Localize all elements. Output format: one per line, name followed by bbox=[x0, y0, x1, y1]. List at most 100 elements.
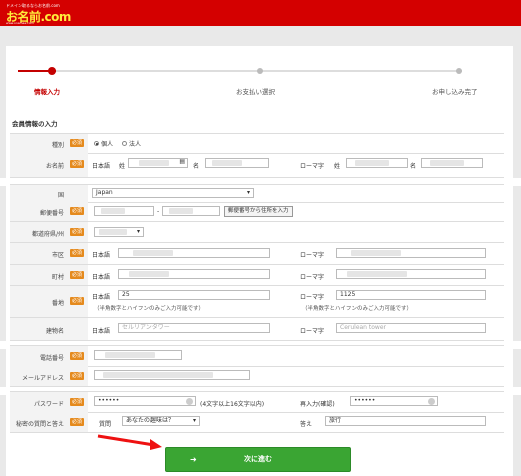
password-label: パスワード bbox=[33, 401, 64, 408]
required-badge: 必須 bbox=[70, 352, 84, 360]
prefecture-label: 都道府県/州 bbox=[31, 231, 64, 238]
chevron-down-icon: ▾ bbox=[246, 189, 250, 196]
postal-code-first-input[interactable] bbox=[94, 206, 154, 216]
password-hint: (4文字以上16文字以内) bbox=[200, 401, 265, 408]
row-email: メールアドレス 必須 bbox=[10, 366, 504, 387]
building-roman-label: ローマ字 bbox=[300, 328, 325, 335]
password-confirm-value: •••••• bbox=[354, 397, 376, 404]
keyboard-icon[interactable]: ▤ bbox=[179, 159, 185, 166]
required-badge: 必須 bbox=[70, 139, 84, 147]
postal-code-second-input[interactable] bbox=[162, 206, 220, 216]
step-label-payment: お支払い選択 bbox=[236, 88, 275, 96]
address-jp-note: （半角数字とハイフンのみご入力可能です） bbox=[94, 306, 205, 312]
row-phone: 電話番号 必須 bbox=[10, 345, 504, 367]
eye-icon[interactable] bbox=[186, 398, 193, 405]
row-prefecture: 都道府県/州 必須 ▾ bbox=[10, 222, 504, 243]
site-header: ドメイン取るならお名前.com お名前.com www.onamae.com bbox=[0, 0, 521, 26]
town-roman-label: ローマ字 bbox=[300, 274, 325, 281]
row-postal: 郵便番号 必須 - 郵便番号から住所を入力 bbox=[10, 202, 504, 222]
row-name: お名前 必須 日本語 姓 ▤ 名 ローマ字 姓 名 bbox=[10, 153, 504, 178]
row-country: 国 Japan ▾ bbox=[10, 184, 504, 203]
radio-corporate[interactable] bbox=[122, 141, 127, 146]
building-jp-input[interactable]: セルリアンタワー bbox=[118, 323, 270, 333]
address-jp-input[interactable]: 25 bbox=[118, 290, 270, 300]
radio-individual-label: 個人 bbox=[101, 141, 114, 148]
logo-url: www.onamae.com bbox=[6, 21, 34, 25]
postal-label: 郵便番号 bbox=[39, 210, 64, 217]
password-confirm-input[interactable]: •••••• bbox=[350, 396, 438, 406]
email-input[interactable] bbox=[94, 370, 250, 380]
required-badge: 必須 bbox=[70, 297, 84, 305]
required-badge: 必須 bbox=[70, 207, 84, 215]
required-badge: 必須 bbox=[70, 398, 84, 406]
name-roman-label: ローマ字 bbox=[300, 163, 325, 170]
next-button[interactable]: ➜ 次に進む bbox=[165, 447, 351, 472]
building-jp-label: 日本語 bbox=[92, 328, 111, 335]
row-secret: 秘密の質問と答え 必須 質問 あなたの趣味は？ ▾ 答え 旅行 bbox=[10, 412, 504, 433]
required-badge: 必須 bbox=[70, 372, 84, 380]
arrow-right-icon: ➜ bbox=[190, 455, 197, 464]
last-name-input[interactable]: ▤ bbox=[128, 158, 188, 168]
roman-first-name-input[interactable] bbox=[421, 158, 483, 168]
onamae-logo[interactable]: ドメイン取るならお名前.com お名前.com www.onamae.com bbox=[6, 3, 71, 25]
row-town: 町村 必須 日本語 ローマ字 bbox=[10, 265, 504, 286]
building-label: 建物名 bbox=[45, 328, 64, 335]
name-jp-label: 日本語 bbox=[92, 163, 111, 170]
radio-corporate-label: 法人 bbox=[129, 141, 142, 148]
phone-input[interactable] bbox=[94, 350, 182, 360]
secret-answer-input[interactable]: 旅行 bbox=[325, 416, 486, 426]
city-roman-label: ローマ字 bbox=[300, 252, 325, 259]
city-roman-input[interactable] bbox=[336, 248, 486, 258]
prefecture-select[interactable]: ▾ bbox=[94, 227, 144, 237]
password-confirm-label: 再入力(確認) bbox=[300, 401, 335, 408]
address-number-label: 番地 bbox=[51, 300, 64, 307]
building-roman-input[interactable]: Cerulean tower bbox=[336, 323, 486, 333]
first-name-input[interactable] bbox=[205, 158, 269, 168]
name-label: お名前 bbox=[45, 163, 64, 170]
annotation-arrow-icon bbox=[97, 434, 162, 450]
step-label-complete: お申し込み完了 bbox=[432, 88, 478, 96]
postal-hyphen: - bbox=[157, 208, 160, 215]
address-roman-note: （半角数字とハイフンのみご入力可能です） bbox=[302, 306, 413, 312]
secret-question-select[interactable]: あなたの趣味は？ ▾ bbox=[122, 416, 200, 426]
secret-question-label: 質問 bbox=[99, 421, 112, 428]
chevron-down-icon: ▾ bbox=[192, 417, 196, 424]
postal-lookup-button[interactable]: 郵便番号から住所を入力 bbox=[224, 206, 293, 217]
row-building: 建物名 日本語 セルリアンタワー ローマ字 Cerulean tower bbox=[10, 318, 504, 341]
town-jp-input[interactable] bbox=[118, 269, 270, 279]
progress-steps bbox=[18, 70, 462, 72]
roman-last-name-input[interactable] bbox=[346, 158, 408, 168]
secret-label: 秘密の質問と答え bbox=[15, 421, 64, 428]
name-roman-last-label: 姓 bbox=[334, 163, 341, 170]
password-value: •••••• bbox=[98, 397, 120, 404]
name-last-label: 姓 bbox=[119, 163, 126, 170]
required-badge: 必須 bbox=[70, 271, 84, 279]
row-address-number: 番地 必須 日本語 25 （半角数字とハイフンのみご入力可能です） ローマ字 11… bbox=[10, 286, 504, 318]
country-label: 国 bbox=[57, 192, 64, 199]
next-button-label: 次に進む bbox=[244, 455, 272, 463]
city-jp-label: 日本語 bbox=[92, 252, 111, 259]
email-label: メールアドレス bbox=[21, 375, 64, 382]
secret-question-value: あなたの趣味は？ bbox=[126, 417, 175, 424]
town-label: 町村 bbox=[51, 274, 64, 281]
town-jp-label: 日本語 bbox=[92, 274, 111, 281]
step-label-input: 情報入力 bbox=[34, 88, 60, 96]
step-dot-complete bbox=[456, 68, 462, 74]
chevron-down-icon: ▾ bbox=[136, 228, 140, 235]
phone-label: 電話番号 bbox=[39, 355, 64, 362]
country-select[interactable]: Japan ▾ bbox=[92, 188, 254, 198]
city-jp-input[interactable] bbox=[118, 248, 270, 258]
step-dot-current bbox=[48, 67, 56, 75]
radio-individual[interactable] bbox=[94, 141, 99, 146]
row-type: 種別 必須 個人 法人 bbox=[10, 133, 504, 154]
type-label: 種別 bbox=[51, 142, 64, 149]
address-jp-label: 日本語 bbox=[92, 294, 111, 301]
country-value: Japan bbox=[96, 189, 113, 196]
step-dot-payment bbox=[257, 68, 263, 74]
town-roman-input[interactable] bbox=[336, 269, 486, 279]
required-badge: 必須 bbox=[70, 160, 84, 168]
section-title: 会員情報の入力 bbox=[12, 120, 58, 128]
address-roman-input[interactable]: 1125 bbox=[336, 290, 486, 300]
password-input[interactable]: •••••• bbox=[94, 396, 196, 406]
eye-icon[interactable] bbox=[428, 398, 435, 405]
